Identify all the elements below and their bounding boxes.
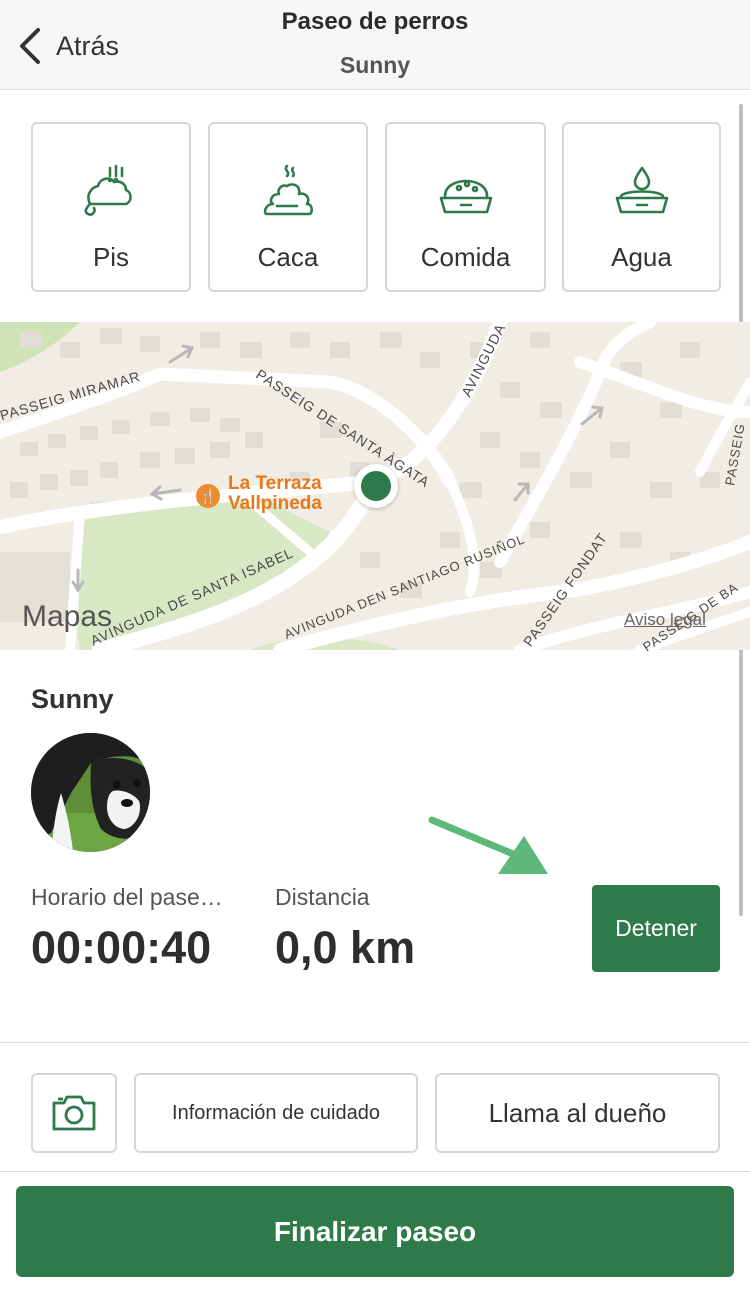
maps-brand-label: Mapas: [22, 600, 113, 633]
dog-avatar: [31, 733, 150, 852]
restaurant-icon: 🍴: [196, 484, 220, 508]
distance-value: 0,0 km: [275, 922, 416, 973]
poop-button[interactable]: Caca: [208, 122, 368, 292]
current-location-marker: [354, 464, 398, 508]
divider: [0, 1171, 750, 1172]
legal-link[interactable]: Aviso legal: [624, 610, 706, 630]
poop-icon: [263, 164, 314, 216]
map-poi[interactable]: 🍴 La Terraza Vallpineda: [196, 474, 348, 514]
annotation-arrow-icon: [428, 816, 548, 874]
pee-label: Pis: [92, 242, 130, 272]
water-label: Agua: [611, 242, 672, 272]
pee-icon: [84, 164, 132, 216]
dog-name: Sunny: [31, 684, 114, 714]
page-subtitle: Sunny: [339, 52, 411, 78]
poi-name: La Terraza Vallpineda: [228, 473, 322, 514]
call-owner-button[interactable]: Llama al dueño: [435, 1073, 720, 1153]
finish-walk-button[interactable]: Finalizar paseo: [16, 1186, 734, 1277]
food-bowl-icon: [439, 179, 492, 214]
stop-button[interactable]: Detener: [592, 885, 720, 972]
pee-button[interactable]: Pis: [31, 122, 191, 292]
water-button[interactable]: Agua: [562, 122, 721, 292]
food-button[interactable]: Comida: [385, 122, 546, 292]
nav-header: Atrás Paseo de perros Sunny: [0, 0, 750, 90]
maps-brand: Mapas: [20, 600, 112, 634]
walk-time-label: Horario del pase…: [31, 884, 223, 910]
divider: [0, 1042, 750, 1043]
camera-icon: [52, 1095, 96, 1131]
page-title: Paseo de perros: [281, 8, 469, 35]
walk-time-value: 00:00:40: [31, 922, 212, 973]
camera-button[interactable]: [31, 1073, 117, 1153]
dog-photo: [31, 733, 150, 852]
food-label: Comida: [420, 242, 511, 272]
distance-label: Distancia: [275, 884, 370, 910]
care-info-button[interactable]: Información de cuidado: [134, 1073, 418, 1153]
poop-label: Caca: [257, 242, 319, 272]
water-bowl-icon: [615, 166, 668, 214]
